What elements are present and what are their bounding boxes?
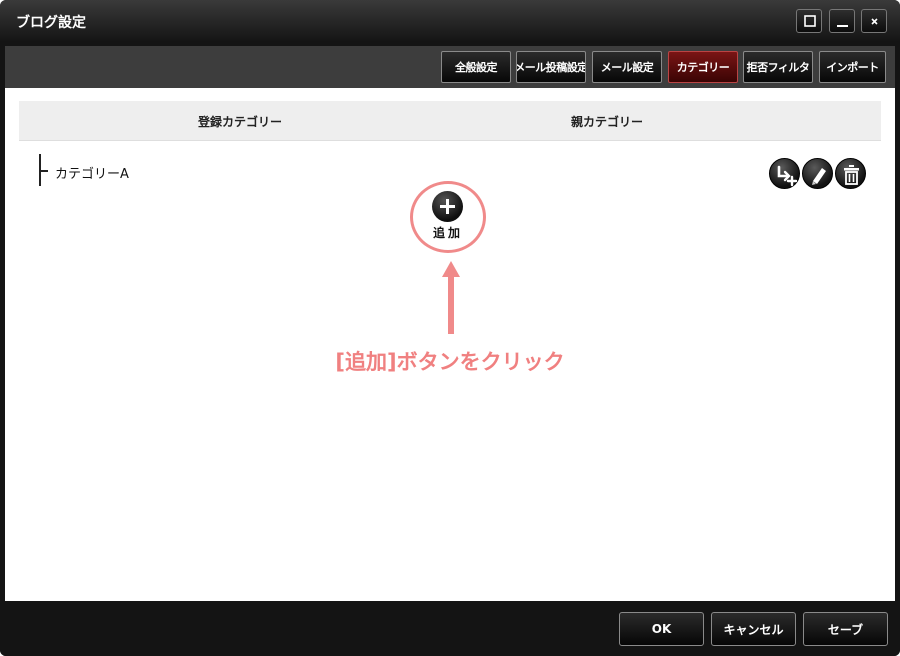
cancel-button[interactable]: キャンセル (711, 612, 796, 646)
add-button-label: 追加 (432, 226, 463, 240)
tab-mail[interactable]: メール設定 (592, 51, 662, 83)
add-button-highlight: 追加 (410, 181, 486, 253)
close-button[interactable] (861, 9, 887, 33)
ok-button[interactable]: OK (619, 612, 704, 646)
minimize-button[interactable] (829, 9, 855, 33)
maximize-icon (804, 15, 816, 27)
add-subcategory-button[interactable] (769, 158, 800, 189)
tab-general[interactable]: 全般設定 (441, 51, 511, 83)
add-subcategory-icon (777, 165, 798, 187)
category-name: カテゴリーA (55, 167, 129, 182)
column-header-parent: 親カテゴリー (571, 115, 644, 129)
tab-bar: 全般設定 メール投稿設定 メール設定 カテゴリー 拒否フィルタ インポート (5, 46, 895, 88)
close-icon (871, 18, 878, 25)
tab-category[interactable]: カテゴリー (668, 51, 738, 83)
annotation-text: [追加]ボタンをクリック (335, 350, 565, 374)
plus-icon (440, 199, 455, 214)
tab-mail-post[interactable]: メール投稿設定 (516, 51, 586, 83)
minimize-icon (837, 25, 848, 27)
column-header-registered: 登録カテゴリー (198, 115, 283, 129)
settings-window: ブログ設定 全般設定 メール投稿設定 メール設定 カテゴリー 拒否フィルタ イン… (0, 0, 900, 656)
tab-import[interactable]: インポート (819, 51, 886, 83)
title-bar[interactable]: ブログ設定 (0, 0, 900, 42)
delete-category-button[interactable] (835, 158, 866, 189)
main-panel: 登録カテゴリー 親カテゴリー カテゴリーA 追加 [追加]ボタンをクリック (5, 88, 895, 601)
edit-category-button[interactable] (802, 158, 833, 189)
tree-branch (39, 170, 48, 172)
edit-pencil-icon (812, 168, 826, 185)
footer-bar: OK キャンセル セーブ (0, 601, 900, 656)
tab-reject-filter[interactable]: 拒否フィルタ (743, 51, 813, 83)
annotation-arrow (442, 261, 460, 334)
add-button[interactable] (432, 191, 463, 222)
window-title: ブログ設定 (16, 15, 86, 31)
maximize-button[interactable] (796, 9, 822, 33)
save-button[interactable]: セーブ (803, 612, 888, 646)
table-header: 登録カテゴリー 親カテゴリー (19, 101, 881, 141)
trash-icon (844, 165, 859, 185)
